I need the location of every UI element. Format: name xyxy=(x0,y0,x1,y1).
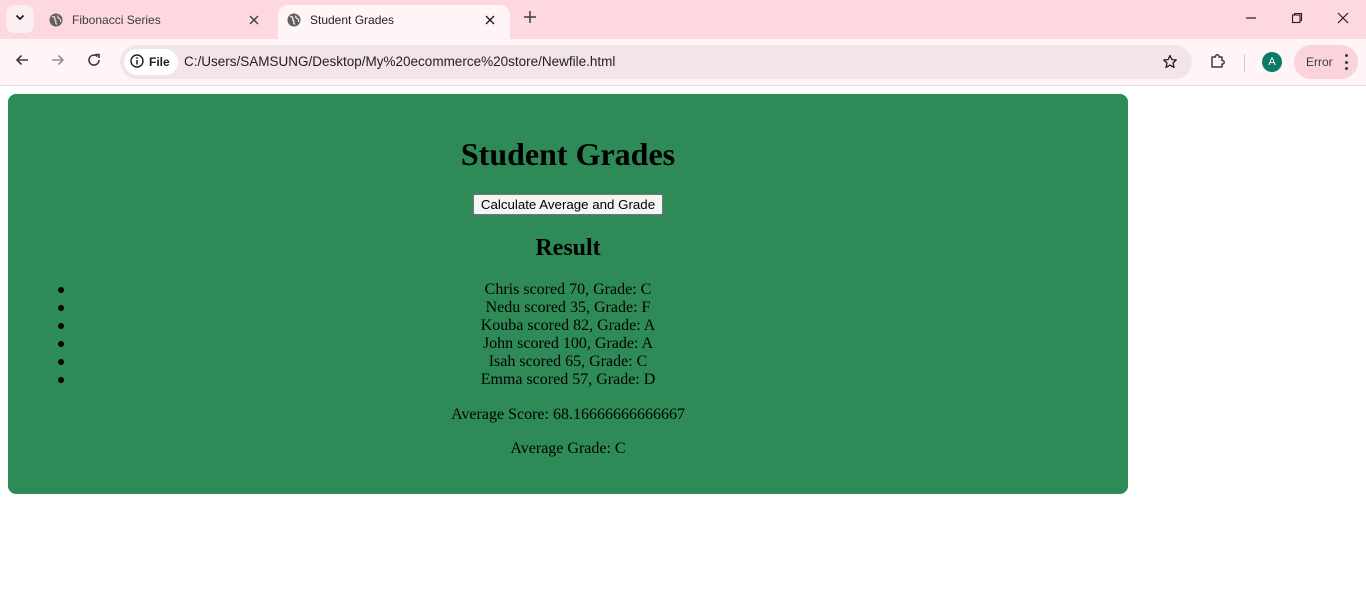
close-icon xyxy=(1337,11,1349,29)
results-list: Chris scored 70, Grade: C Nedu scored 35… xyxy=(8,281,1128,389)
list-item: Kouba scored 82, Grade: A xyxy=(8,317,1128,335)
globe-icon xyxy=(48,12,64,28)
browser-toolbar: File C:/Users/SAMSUNG/Desktop/My%20ecomm… xyxy=(0,39,1366,86)
plus-icon xyxy=(523,10,537,29)
restore-icon xyxy=(1291,11,1303,29)
toolbar-divider xyxy=(1244,54,1245,72)
tab-student-grades[interactable]: Student Grades xyxy=(278,5,510,39)
result-text: Emma scored 57, Grade: D xyxy=(480,371,656,388)
extensions-button[interactable] xyxy=(1206,51,1230,75)
profile-avatar[interactable]: A xyxy=(1262,52,1282,72)
bookmark-star-icon[interactable] xyxy=(1160,52,1180,72)
result-text: John scored 100, Grade: A xyxy=(482,335,654,352)
bullet-icon xyxy=(58,323,64,329)
bullet-icon xyxy=(58,305,64,311)
globe-icon xyxy=(286,12,302,28)
result-text: Chris scored 70, Grade: C xyxy=(484,281,652,298)
list-item: Chris scored 70, Grade: C xyxy=(8,281,1128,299)
address-bar[interactable]: File C:/Users/SAMSUNG/Desktop/My%20ecomm… xyxy=(120,45,1192,79)
new-tab-button[interactable] xyxy=(518,7,542,31)
tab-title: Fibonacci Series xyxy=(72,13,161,27)
average-grade: Average Grade: C xyxy=(510,440,626,457)
tab-strip: Fibonacci Series Student Grades xyxy=(0,0,1366,39)
tab-search-button[interactable] xyxy=(6,5,34,33)
calculate-button[interactable]: Calculate Average and Grade xyxy=(473,194,663,215)
arrow-left-icon xyxy=(14,52,30,73)
reload-icon xyxy=(86,52,102,73)
tab-title: Student Grades xyxy=(310,13,395,27)
more-vert-icon xyxy=(1344,54,1348,70)
close-window-button[interactable] xyxy=(1320,0,1366,39)
back-button[interactable] xyxy=(8,48,36,76)
info-icon xyxy=(130,53,144,71)
minimize-button[interactable] xyxy=(1228,0,1274,39)
minimize-icon xyxy=(1245,11,1257,29)
chevron-down-icon xyxy=(14,10,26,28)
bullet-icon xyxy=(58,377,64,383)
result-text: Isah scored 65, Grade: C xyxy=(488,353,648,370)
scheme-label: File xyxy=(149,55,170,69)
list-item: John scored 100, Grade: A xyxy=(8,335,1128,353)
restore-button[interactable] xyxy=(1274,0,1320,39)
page-viewport: Student Grades Calculate Average and Gra… xyxy=(0,86,1366,613)
reload-button[interactable] xyxy=(80,48,108,76)
error-label: Error xyxy=(1306,55,1333,69)
tab-fibonacci[interactable]: Fibonacci Series xyxy=(38,5,274,39)
close-icon[interactable] xyxy=(244,10,264,30)
site-info-chip[interactable]: File xyxy=(124,49,178,75)
error-menu-button[interactable]: Error xyxy=(1294,45,1358,79)
url-text[interactable]: C:/Users/SAMSUNG/Desktop/My%20ecommerce%… xyxy=(184,54,615,69)
list-item: Nedu scored 35, Grade: F xyxy=(8,299,1128,317)
forward-button[interactable] xyxy=(44,48,72,76)
bullet-icon xyxy=(58,359,64,365)
page-title: Student Grades xyxy=(460,136,676,172)
bullet-icon xyxy=(58,341,64,347)
average-score: Average Score: 68.16666666666667 xyxy=(451,406,685,423)
arrow-right-icon xyxy=(50,52,66,73)
list-item: Emma scored 57, Grade: D xyxy=(8,371,1128,389)
result-text: Nedu scored 35, Grade: F xyxy=(485,299,651,316)
list-item: Isah scored 65, Grade: C xyxy=(8,353,1128,371)
result-heading: Result xyxy=(535,235,601,261)
grades-container: Student Grades Calculate Average and Gra… xyxy=(8,94,1128,494)
puzzle-icon xyxy=(1209,52,1227,75)
bullet-icon xyxy=(58,287,64,293)
close-icon[interactable] xyxy=(480,10,500,30)
result-text: Kouba scored 82, Grade: A xyxy=(480,317,656,334)
